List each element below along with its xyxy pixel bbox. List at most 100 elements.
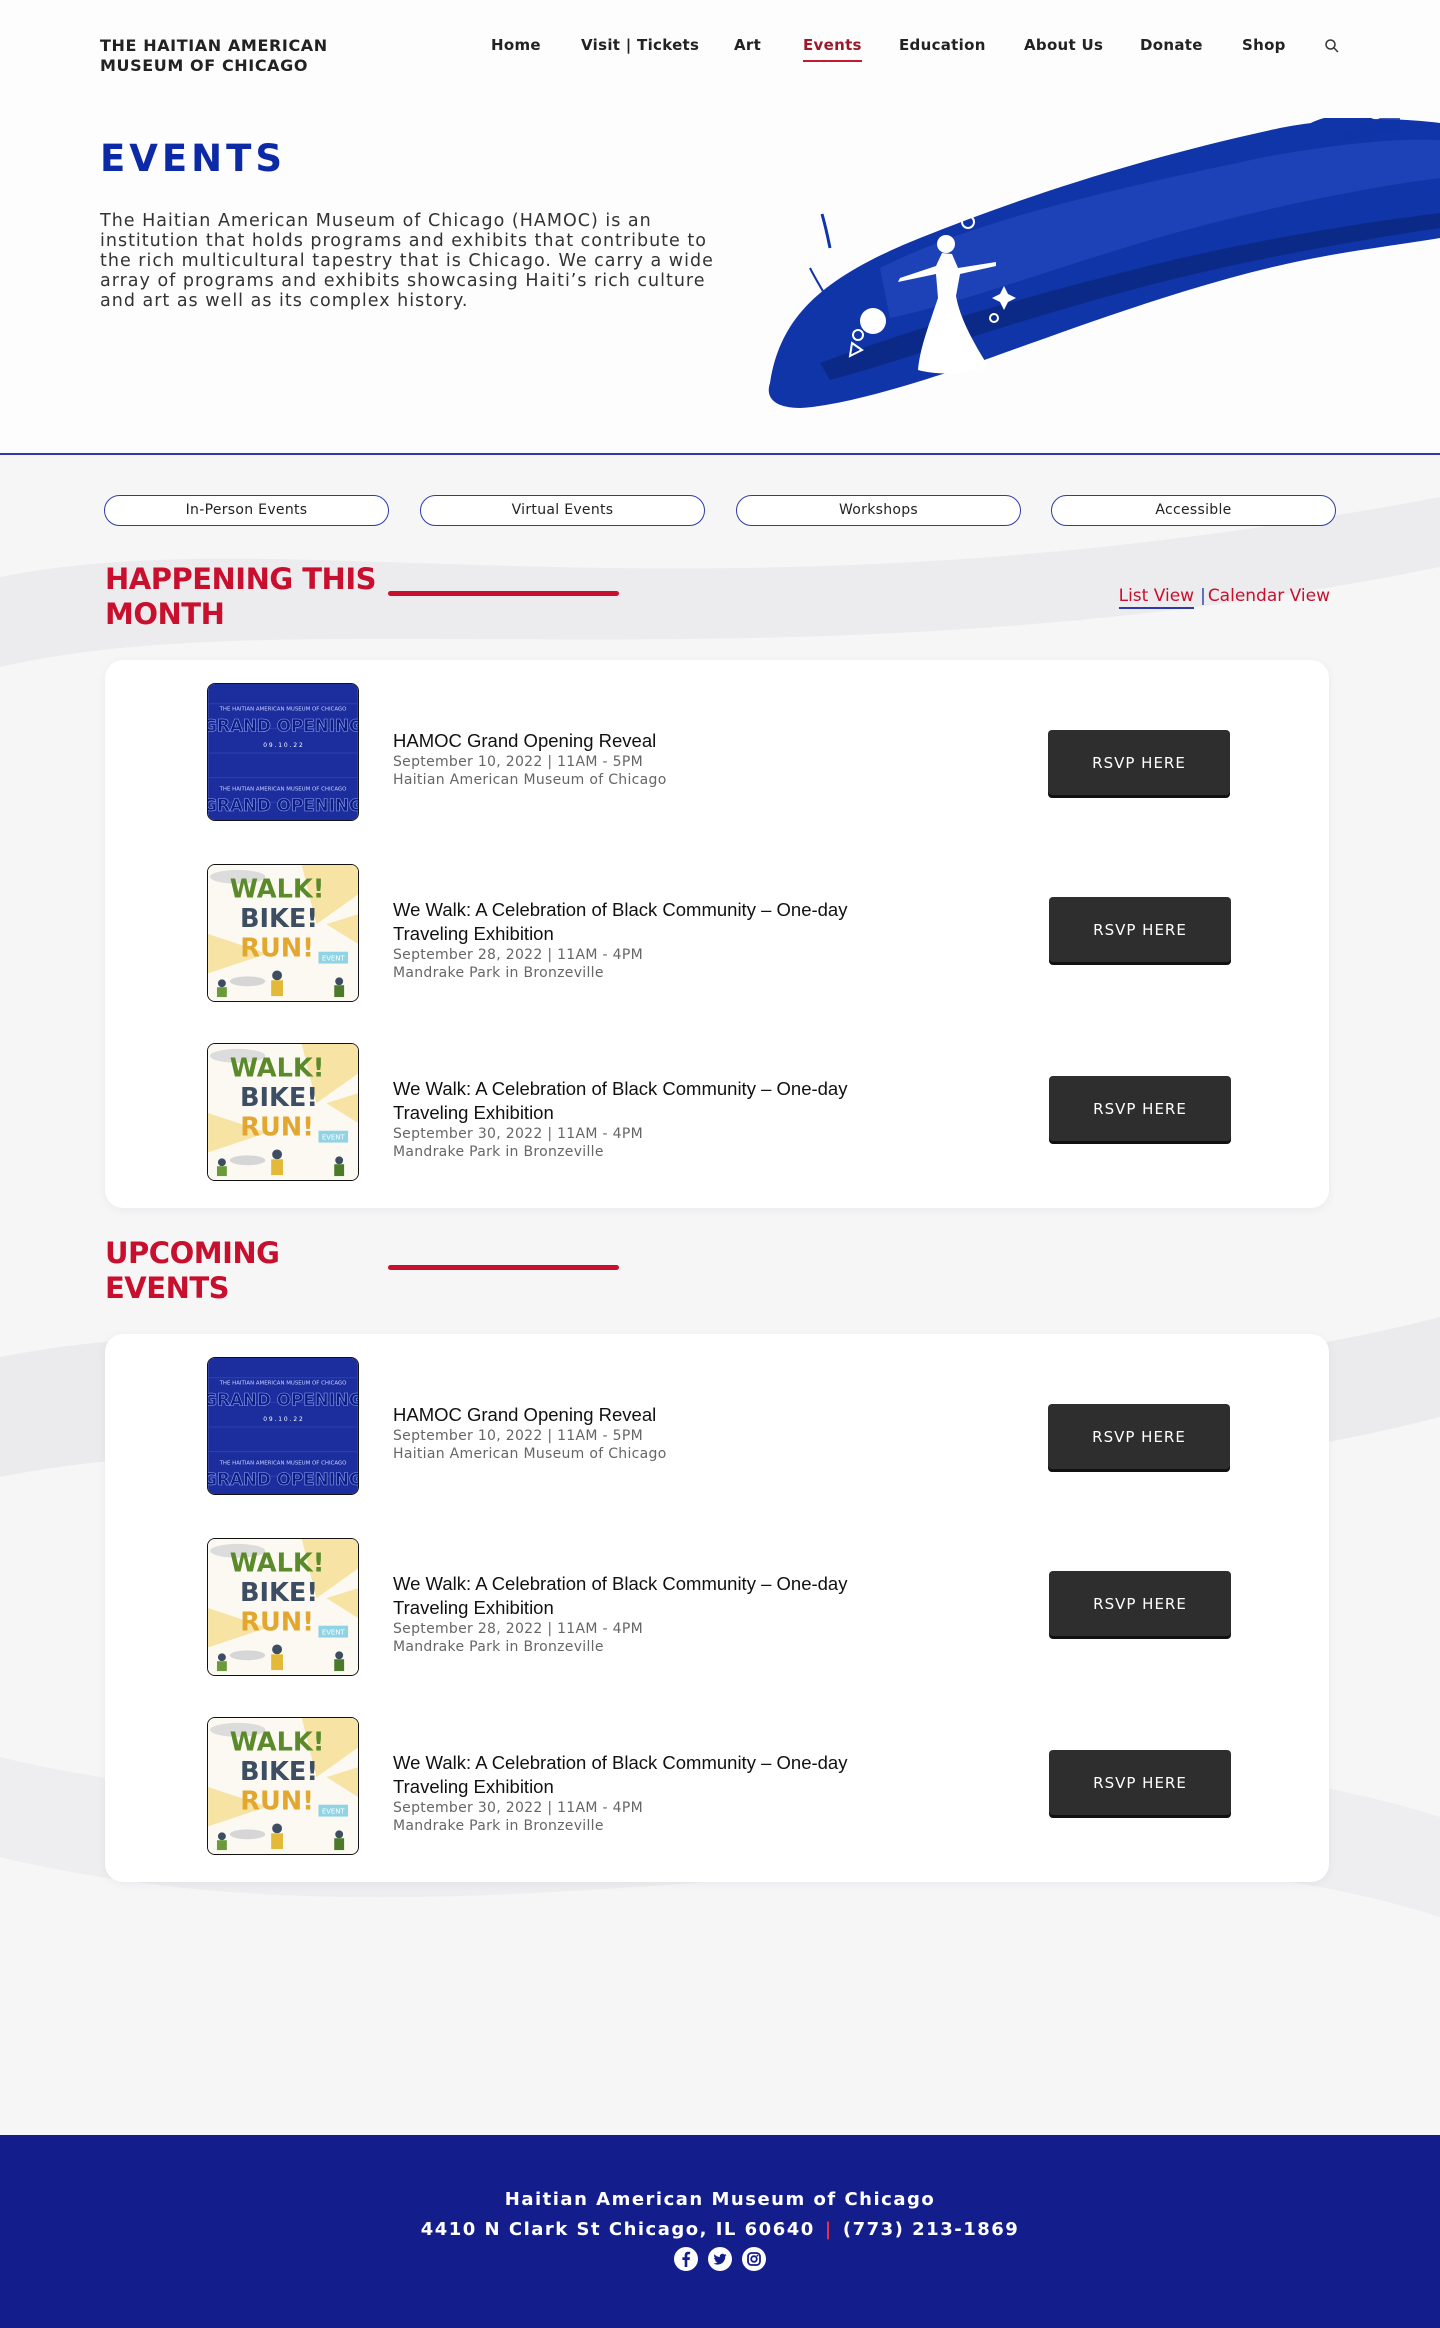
- svg-text:RUN!: RUN!: [240, 1787, 314, 1817]
- svg-text:THE HAITIAN AMERICAN MUSEUM OF: THE HAITIAN AMERICAN MUSEUM OF CHICAGO: [219, 1381, 347, 1387]
- svg-text:WALK!: WALK!: [230, 1054, 325, 1084]
- dancer-brush-illustration: [768, 118, 1440, 409]
- event-info: We Walk: A Celebration of Black Communit…: [393, 1077, 853, 1161]
- event-thumbnail-walk-bike-run[interactable]: WALK! BIKE! RUN! EVENT: [207, 1717, 359, 1855]
- nav-events[interactable]: Events: [803, 36, 862, 62]
- footer-address: 4410 N Clark St Chicago, IL 60640: [420, 2219, 815, 2240]
- footer-contact: 4410 N Clark St Chicago, IL 60640 | (773) …: [0, 2219, 1440, 2240]
- events-card-this-month: THE HAITIAN AMERICAN MUSEUM OF CHICAGO G…: [105, 660, 1329, 1208]
- svg-text:EVENT: EVENT: [322, 955, 346, 963]
- nav-home[interactable]: Home: [491, 36, 541, 54]
- event-row: THE HAITIAN AMERICAN MUSEUM OF CHICAGO G…: [105, 1357, 1329, 1495]
- svg-text:WALK!: WALK!: [230, 1549, 325, 1579]
- svg-text:THE HAITIAN AMERICAN MUSEUM OF: THE HAITIAN AMERICAN MUSEUM OF CHICAGO: [219, 786, 347, 792]
- svg-text:0 9 . 1 0 . 2 2: 0 9 . 1 0 . 2 2: [263, 1417, 303, 1423]
- event-date: September 30, 2022 | 11AM - 4PM: [393, 1800, 643, 1816]
- svg-text:GRAND OPENING: GRAND OPENING: [208, 1469, 358, 1489]
- twitter-icon[interactable]: [707, 2246, 733, 2272]
- view-separator: |: [1200, 586, 1206, 606]
- nav-shop[interactable]: Shop: [1242, 36, 1286, 54]
- event-title[interactable]: We Walk: A Celebration of Black Communit…: [393, 1572, 853, 1620]
- nav-education[interactable]: Education: [899, 36, 986, 54]
- site-footer: Haitian American Museum of Chicago 4410 …: [0, 2135, 1440, 2328]
- footer-phone[interactable]: (773) 213-1869: [843, 2219, 1019, 2240]
- svg-text:0 9 . 1 0 . 2 2: 0 9 . 1 0 . 2 2: [263, 743, 303, 749]
- section-title-upcoming: UPCOMING EVENTS: [105, 1236, 280, 1305]
- event-thumbnail-walk-bike-run[interactable]: WALK! BIKE! RUN! EVENT: [207, 1538, 359, 1676]
- event-title[interactable]: We Walk: A Celebration of Black Communit…: [393, 1077, 853, 1125]
- svg-text:WALK!: WALK!: [230, 875, 325, 905]
- event-info: We Walk: A Celebration of Black Communit…: [393, 1751, 853, 1835]
- event-info: We Walk: A Celebration of Black Communit…: [393, 898, 853, 982]
- svg-text:BIKE!: BIKE!: [240, 1083, 318, 1113]
- event-location: Mandrake Park in Bronzeville: [393, 965, 604, 981]
- section-title-this-month: HAPPENING THIS MONTH: [105, 562, 377, 631]
- svg-text:BIKE!: BIKE!: [240, 904, 318, 934]
- svg-text:RUN!: RUN!: [240, 934, 314, 964]
- site-logo[interactable]: THE HAITIAN AMERICAN MUSEUM OF CHICAGO: [100, 36, 360, 76]
- nav-about-us[interactable]: About Us: [1024, 36, 1103, 54]
- search-icon[interactable]: [1324, 38, 1340, 54]
- svg-text:BIKE!: BIKE!: [240, 1757, 318, 1787]
- event-info: HAMOC Grand Opening Reveal September 10,…: [393, 729, 853, 789]
- svg-text:THE HAITIAN AMERICAN MUSEUM OF: THE HAITIAN AMERICAN MUSEUM OF CHICAGO: [219, 707, 347, 713]
- nav-donate[interactable]: Donate: [1140, 36, 1203, 54]
- hero-section: THE HAITIAN AMERICAN MUSEUM OF CHICAGO H…: [0, 0, 1440, 455]
- svg-text:EVENT: EVENT: [322, 1134, 346, 1142]
- event-row: WALK! BIKE! RUN! EVENT We Walk: A Celebr…: [105, 864, 1329, 1002]
- event-info: We Walk: A Celebration of Black Communit…: [393, 1572, 853, 1656]
- filter-workshops[interactable]: Workshops: [736, 495, 1021, 526]
- facebook-icon[interactable]: [673, 2246, 699, 2272]
- svg-text:THE HAITIAN AMERICAN MUSEUM OF: THE HAITIAN AMERICAN MUSEUM OF CHICAGO: [219, 1460, 347, 1466]
- filter-in-person-events[interactable]: In-Person Events: [104, 495, 389, 526]
- event-thumbnail-walk-bike-run[interactable]: WALK! BIKE! RUN! EVENT: [207, 864, 359, 1002]
- rsvp-button[interactable]: RSVP HERE: [1049, 1076, 1231, 1141]
- event-title[interactable]: We Walk: A Celebration of Black Communit…: [393, 1751, 853, 1799]
- svg-text:EVENT: EVENT: [322, 1808, 346, 1816]
- event-location: Mandrake Park in Bronzeville: [393, 1639, 604, 1655]
- nav-visit-tickets[interactable]: Visit | Tickets: [581, 36, 699, 54]
- event-title[interactable]: We Walk: A Celebration of Black Communit…: [393, 898, 853, 946]
- event-row: WALK! BIKE! RUN! EVENT We Walk: A Celebr…: [105, 1043, 1329, 1181]
- footer-separator: |: [824, 2219, 833, 2240]
- list-view-link[interactable]: List View: [1118, 586, 1195, 609]
- event-date: September 28, 2022 | 11AM - 4PM: [393, 1621, 643, 1637]
- section-divider: [388, 591, 619, 596]
- rsvp-button[interactable]: RSVP HERE: [1049, 1750, 1231, 1815]
- event-row: THE HAITIAN AMERICAN MUSEUM OF CHICAGO G…: [105, 683, 1329, 821]
- event-title[interactable]: HAMOC Grand Opening Reveal: [393, 729, 853, 753]
- event-date: September 10, 2022 | 11AM - 5PM: [393, 1428, 643, 1444]
- svg-text:RUN!: RUN!: [240, 1113, 314, 1143]
- svg-text:GRAND OPENING: GRAND OPENING: [208, 1389, 358, 1409]
- svg-text:GRAND OPENING: GRAND OPENING: [208, 795, 358, 815]
- page-title: EVENTS: [100, 137, 287, 180]
- rsvp-button[interactable]: RSVP HERE: [1048, 730, 1230, 795]
- svg-text:GRAND OPENING: GRAND OPENING: [208, 715, 358, 735]
- event-location: Mandrake Park in Bronzeville: [393, 1144, 604, 1160]
- calendar-view-link[interactable]: Calendar View: [1208, 586, 1330, 606]
- view-toggle: List View | Calendar View: [1118, 586, 1330, 609]
- instagram-icon[interactable]: [741, 2246, 767, 2272]
- event-thumbnail-grand-opening[interactable]: THE HAITIAN AMERICAN MUSEUM OF CHICAGO G…: [207, 683, 359, 821]
- event-title[interactable]: HAMOC Grand Opening Reveal: [393, 1403, 853, 1427]
- svg-text:RUN!: RUN!: [240, 1608, 314, 1638]
- event-date: September 30, 2022 | 11AM - 4PM: [393, 1126, 643, 1142]
- event-thumbnail-walk-bike-run[interactable]: WALK! BIKE! RUN! EVENT: [207, 1043, 359, 1181]
- event-location: Haitian American Museum of Chicago: [393, 772, 667, 788]
- event-row: WALK! BIKE! RUN! EVENT We Walk: A Celebr…: [105, 1717, 1329, 1855]
- intro-text: The Haitian American Museum of Chicago (…: [100, 211, 714, 311]
- rsvp-button[interactable]: RSVP HERE: [1049, 897, 1231, 962]
- section-divider: [388, 1265, 619, 1270]
- rsvp-button[interactable]: RSVP HERE: [1049, 1571, 1231, 1636]
- filter-virtual-events[interactable]: Virtual Events: [420, 495, 705, 526]
- event-location: Haitian American Museum of Chicago: [393, 1446, 667, 1462]
- event-row: WALK! BIKE! RUN! EVENT We Walk: A Celebr…: [105, 1538, 1329, 1676]
- rsvp-button[interactable]: RSVP HERE: [1048, 1404, 1230, 1469]
- nav-art[interactable]: Art: [734, 36, 761, 54]
- event-thumbnail-grand-opening[interactable]: THE HAITIAN AMERICAN MUSEUM OF CHICAGO G…: [207, 1357, 359, 1495]
- event-date: September 10, 2022 | 11AM - 5PM: [393, 754, 643, 770]
- events-card-upcoming: THE HAITIAN AMERICAN MUSEUM OF CHICAGO G…: [105, 1334, 1329, 1882]
- footer-museum-name: Haitian American Museum of Chicago: [504, 2189, 936, 2210]
- event-location: Mandrake Park in Bronzeville: [393, 1818, 604, 1834]
- filter-accessible[interactable]: Accessible: [1051, 495, 1336, 526]
